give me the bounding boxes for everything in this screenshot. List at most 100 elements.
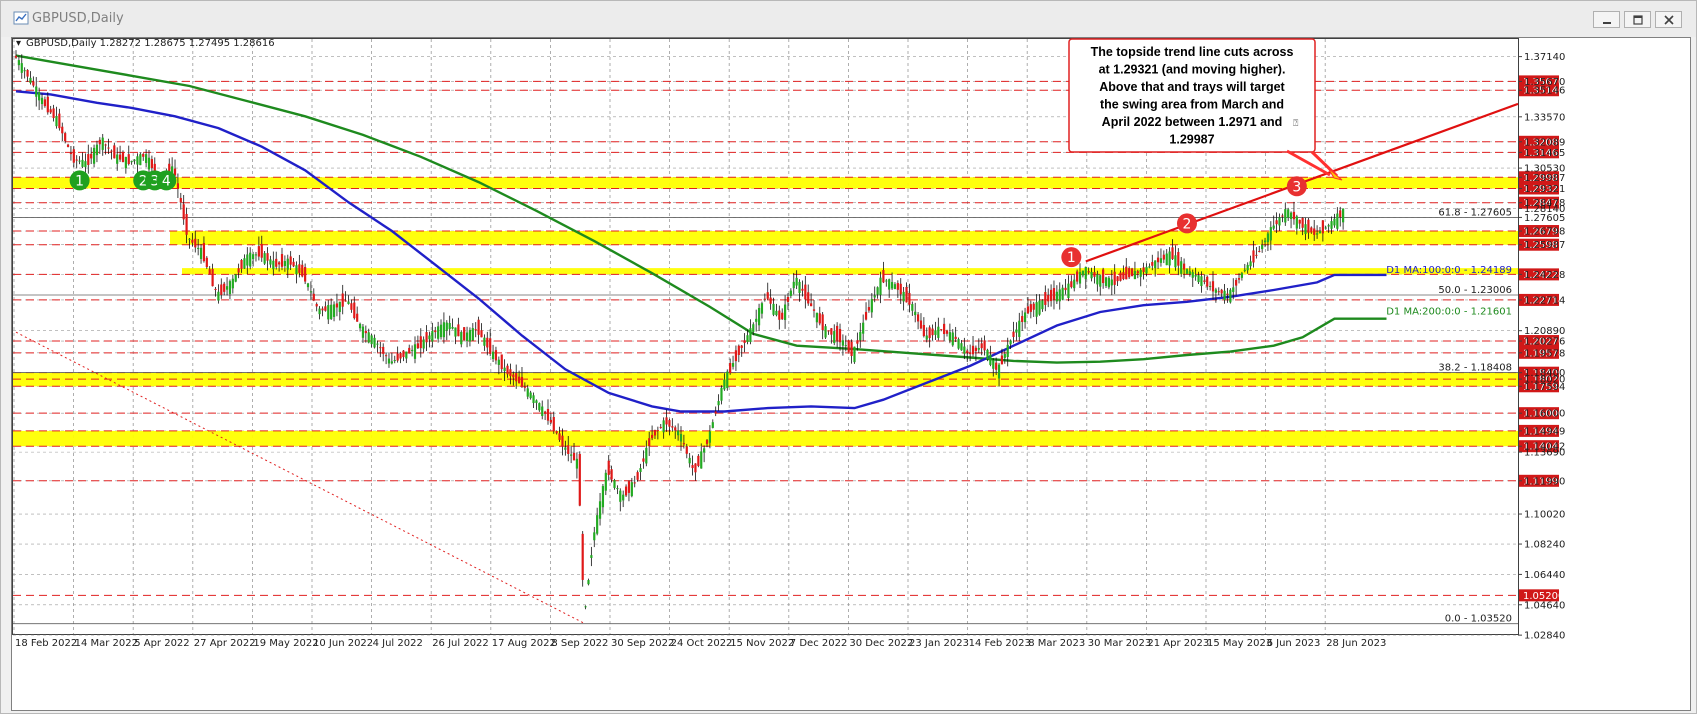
- candle-body: [318, 308, 321, 315]
- candle-body: [841, 340, 845, 346]
- candle-body: [78, 160, 81, 162]
- yellow-zone: [13, 430, 1518, 447]
- candle-body: [1130, 268, 1134, 277]
- candle-body: [836, 325, 839, 341]
- ma100-label: D1 MA:100:0:0 - 1.24189: [1386, 265, 1512, 276]
- candle-body: [752, 324, 755, 332]
- candle-body: [1188, 271, 1191, 275]
- candle-body: [682, 443, 685, 445]
- annotation-glyph: ⍰: [1293, 119, 1299, 129]
- candle-body: [648, 438, 651, 447]
- candle-body: [633, 482, 636, 484]
- candle-body: [642, 458, 645, 462]
- candle-body: [304, 266, 307, 282]
- candle-body: [671, 426, 674, 428]
- candle-body: [980, 343, 983, 349]
- candle-body: [373, 337, 376, 348]
- candle-body: [694, 463, 697, 473]
- candle-body: [489, 338, 492, 354]
- candle-body: [58, 113, 61, 129]
- candle-body: [228, 281, 232, 295]
- candle-body: [494, 350, 498, 361]
- candle-body: [966, 350, 969, 353]
- candle-body: [87, 154, 90, 165]
- candle-body: [413, 344, 417, 359]
- candle-body: [249, 252, 252, 267]
- candle-body: [893, 284, 897, 290]
- candle-body: [55, 116, 58, 127]
- candle-body: [786, 296, 790, 302]
- candle-body: [376, 343, 379, 345]
- candle-body: [862, 322, 865, 334]
- y-tick-label: 1.32089: [1524, 137, 1565, 148]
- candle-body: [1278, 217, 1281, 226]
- candle-body: [830, 328, 833, 335]
- maximize-button[interactable]: [1624, 11, 1651, 28]
- candle-body: [486, 337, 489, 348]
- candle-body: [1096, 274, 1099, 285]
- candle-body: [315, 303, 318, 307]
- candle-body: [246, 254, 249, 266]
- candle-body: [121, 152, 125, 162]
- candle-body: [974, 347, 978, 352]
- candle-body: [532, 395, 535, 404]
- candle-body: [916, 314, 920, 322]
- candle-body: [422, 339, 425, 349]
- chart-area[interactable]: 1.35670 1.35146 1.32089 1.31465 1.29987 1.293…: [11, 37, 1691, 711]
- candle-body: [1310, 227, 1313, 233]
- candle-body: [997, 364, 1001, 379]
- candle-body: [969, 352, 972, 355]
- candle-body: [1093, 272, 1096, 277]
- price-chart[interactable]: 1.356701.351461.320891.314651.299871.293…: [12, 38, 1690, 710]
- candle-body: [234, 274, 237, 282]
- symbol-info-text: GBPUSD,Daily 1.28272 1.28675 1.27495 1.2…: [26, 38, 275, 49]
- candle-body: [561, 435, 564, 447]
- window-titlebar[interactable]: GBPUSD,Daily: [1, 1, 1696, 37]
- candle-body: [185, 214, 188, 235]
- candle-body: [1246, 264, 1249, 271]
- candle-body: [1142, 267, 1145, 273]
- candle-body: [581, 533, 584, 580]
- candle-body: [1006, 344, 1009, 358]
- close-button[interactable]: [1655, 11, 1682, 28]
- candle-body: [1073, 279, 1076, 289]
- candle-body: [1249, 261, 1252, 267]
- candle-body: [434, 330, 437, 333]
- candle-body: [419, 336, 422, 349]
- candle-body: [596, 515, 599, 534]
- candle-body: [95, 144, 99, 156]
- candle-body: [717, 401, 720, 406]
- candle-body: [943, 323, 946, 335]
- y-tick-label: 1.33570: [1524, 112, 1565, 123]
- candle-body: [847, 340, 850, 352]
- candle-body: [445, 322, 448, 331]
- minimize-button[interactable]: [1593, 11, 1620, 28]
- candle-body: [986, 349, 989, 360]
- x-tick-label: 18 Feb 2022: [15, 638, 77, 649]
- candle-body: [772, 303, 775, 315]
- candle-body: [523, 386, 526, 388]
- candle-body: [474, 329, 477, 331]
- candle-body: [147, 157, 151, 170]
- candle-body: [113, 145, 116, 159]
- candle-body: [98, 139, 101, 145]
- candle-body: [1041, 300, 1044, 310]
- candle-body: [1298, 219, 1301, 224]
- candle-body: [49, 109, 52, 113]
- x-tick-label: 8 Sep 2022: [551, 638, 608, 649]
- candle-body: [734, 350, 738, 362]
- candle-body: [199, 247, 203, 259]
- candle-body: [879, 277, 882, 295]
- candle-body: [520, 376, 524, 387]
- annotation-line: Above that and trays will target: [1099, 80, 1285, 94]
- candle-body: [1078, 272, 1082, 284]
- candle-body: [792, 281, 795, 289]
- candle-body: [506, 365, 509, 375]
- candle-body: [515, 373, 518, 382]
- candle-body: [856, 340, 859, 344]
- candle-body: [674, 427, 677, 431]
- candle-body: [775, 310, 778, 316]
- candle-body: [1318, 230, 1322, 234]
- annotation-line: April 2022 between 1.2971 and: [1102, 115, 1283, 129]
- candle-body: [43, 99, 47, 107]
